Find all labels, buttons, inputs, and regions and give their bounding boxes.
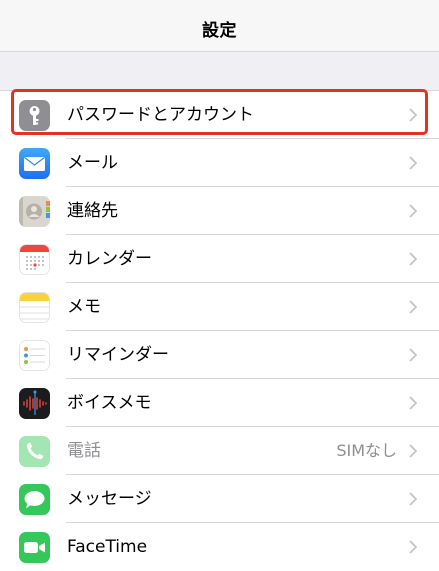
reminders-icon xyxy=(19,340,50,371)
voice-memos-icon xyxy=(19,388,50,419)
row-label: FaceTime xyxy=(67,537,148,557)
chevron-right-icon xyxy=(409,540,417,554)
messages-icon xyxy=(19,484,50,515)
row-label: メモ xyxy=(67,297,101,317)
row-label: 電話 xyxy=(67,441,101,461)
settings-row-voice-memos[interactable]: ボイスメモ xyxy=(0,379,439,427)
settings-row-messages[interactable]: メッセージ xyxy=(0,475,439,523)
page-title: 設定 xyxy=(202,21,237,41)
settings-list: パスワードとアカウント メール 連絡先 カレンダー メモ リマインダー ボイスメ… xyxy=(0,90,439,571)
chevron-right-icon xyxy=(409,156,417,170)
chevron-right-icon xyxy=(409,300,417,314)
navigation-bar: 設定 xyxy=(0,0,439,52)
chevron-right-icon xyxy=(409,396,417,410)
chevron-right-icon xyxy=(409,252,417,266)
row-label: ボイスメモ xyxy=(67,393,152,413)
calendar-icon xyxy=(19,244,50,275)
chevron-right-icon xyxy=(409,108,417,122)
phone-icon xyxy=(19,436,50,467)
settings-row-contacts[interactable]: 連絡先 xyxy=(0,187,439,235)
facetime-icon xyxy=(19,532,50,563)
settings-row-reminders[interactable]: リマインダー xyxy=(0,331,439,379)
row-label: カレンダー xyxy=(67,249,152,269)
settings-row-passwords-accounts[interactable]: パスワードとアカウント xyxy=(0,91,439,139)
settings-row-phone[interactable]: 電話 SIMなし xyxy=(0,427,439,475)
row-label: 連絡先 xyxy=(67,201,118,221)
row-label: リマインダー xyxy=(67,345,169,365)
row-label: メッセージ xyxy=(67,489,152,509)
settings-row-mail[interactable]: メール xyxy=(0,139,439,187)
chevron-right-icon xyxy=(409,492,417,506)
settings-row-calendar[interactable]: カレンダー xyxy=(0,235,439,283)
contacts-icon xyxy=(19,196,50,227)
chevron-right-icon xyxy=(409,204,417,218)
chevron-right-icon xyxy=(409,348,417,362)
sim-status-detail: SIMなし xyxy=(336,441,397,460)
settings-row-facetime[interactable]: FaceTime xyxy=(0,523,439,571)
chevron-right-icon xyxy=(409,444,417,458)
settings-row-notes[interactable]: メモ xyxy=(0,283,439,331)
row-label: パスワードとアカウント xyxy=(67,105,254,125)
row-label: メール xyxy=(67,153,118,173)
key-icon xyxy=(19,100,50,131)
notes-icon xyxy=(19,292,50,323)
mail-icon xyxy=(19,148,50,179)
